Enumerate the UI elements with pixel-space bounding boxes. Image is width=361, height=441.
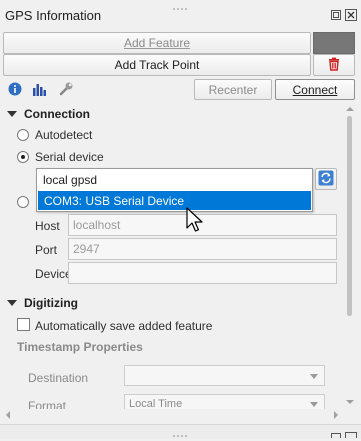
timestamp-section-title: Timestamp Properties [17, 340, 143, 354]
refresh-icon [318, 170, 334, 189]
serial-device-radio[interactable] [17, 151, 29, 163]
port-field[interactable]: 2947 [68, 238, 337, 260]
destination-label: Destination [28, 371, 89, 385]
destination-combo[interactable] [124, 365, 325, 386]
wrench-icon[interactable] [58, 81, 74, 97]
horizontal-scrollbar[interactable] [3, 409, 343, 421]
host-label: Host [35, 219, 60, 233]
device-field[interactable] [68, 262, 337, 284]
vertical-scrollbar[interactable] [343, 104, 357, 408]
refresh-devices-button[interactable] [315, 168, 337, 190]
drag-handle-bottom[interactable] [172, 427, 190, 437]
dropdown-option-label: COM3: USB Serial Device [44, 194, 185, 208]
add-feature-button[interactable]: Add Feature [3, 32, 311, 54]
color-swatch[interactable] [313, 32, 355, 54]
delete-button[interactable] [313, 54, 355, 76]
trash-icon [327, 57, 341, 74]
collapse-digitizing-icon[interactable] [7, 300, 17, 306]
auto-save-label: Automatically save added feature [35, 319, 213, 333]
autodetect-radio[interactable] [17, 129, 29, 141]
digitizing-section-title: Digitizing [24, 296, 78, 310]
signal-chart-icon[interactable] [32, 82, 48, 96]
float-icon[interactable] [330, 9, 342, 21]
auto-save-checkbox[interactable] [17, 318, 30, 331]
connection-section-title: Connection [24, 107, 90, 121]
float-icon-bottom[interactable] [330, 432, 342, 438]
scroll-right-arrow[interactable] [334, 411, 338, 419]
connect-button[interactable]: Connect [275, 79, 355, 100]
scrollbar-thumb[interactable] [347, 116, 352, 316]
device-label: Device [35, 267, 72, 281]
dropdown-option[interactable]: local gpsd [43, 173, 97, 187]
collapse-connection-icon[interactable] [7, 111, 17, 117]
port-label: Port [35, 243, 58, 257]
serial-device-dropdown[interactable]: local gpsd COM3: USB Serial Device [36, 168, 313, 212]
gpsd-radio[interactable] [17, 196, 29, 208]
scroll-up-arrow[interactable] [346, 107, 354, 111]
scroll-left-arrow[interactable] [6, 411, 10, 419]
panel-title: GPS Information [5, 8, 102, 23]
serial-device-label: Serial device [35, 150, 104, 164]
scroll-down-arrow[interactable] [346, 400, 354, 404]
drag-handle[interactable] [172, 0, 190, 10]
info-icon[interactable] [8, 82, 22, 96]
dropdown-option-highlighted[interactable]: COM3: USB Serial Device [38, 191, 311, 210]
recenter-button[interactable]: Recenter [194, 79, 272, 100]
close-icon[interactable] [345, 9, 357, 21]
close-icon-bottom[interactable] [345, 432, 357, 438]
autodetect-label: Autodetect [35, 128, 93, 142]
add-track-point-button[interactable]: Add Track Point [3, 54, 311, 76]
mouse-cursor-icon [186, 207, 206, 235]
